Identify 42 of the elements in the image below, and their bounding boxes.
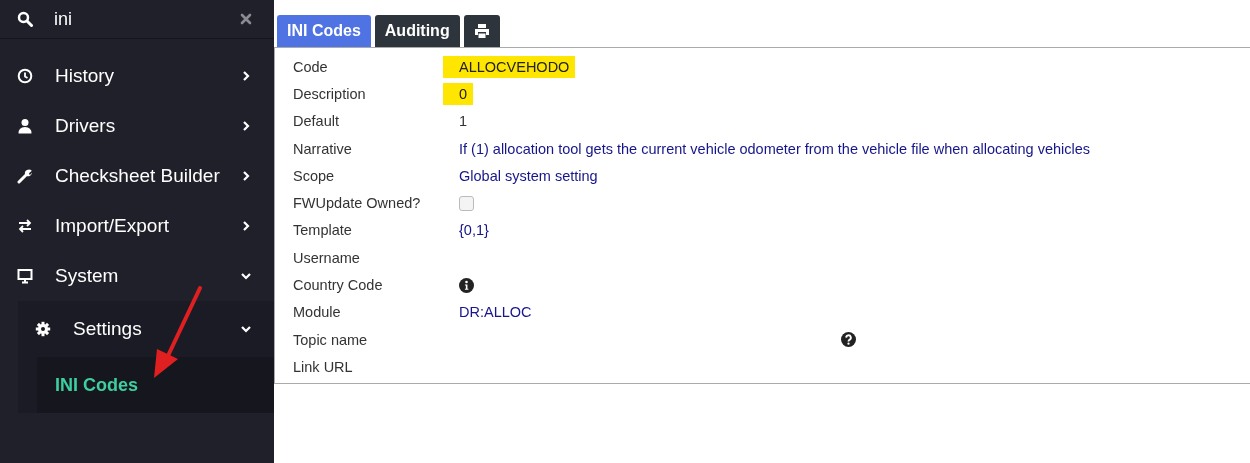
field-label: Template [293,222,353,239]
sidebar-item[interactable]: Checksheet Builder [0,151,274,201]
field-label: FWUpdate Owned? [293,195,422,212]
tab[interactable]: INI Codes [277,15,371,47]
close-icon[interactable] [240,13,252,25]
sidebar-item[interactable]: Settings [18,301,274,357]
info-icon [459,277,474,293]
field-label: Link URL [293,358,354,375]
search-icon [17,11,33,27]
field-value: ALLOCVEHODO [443,55,576,78]
field-value: {0,1} [459,222,489,239]
field-value: If (1) allocation tool gets the current vehicle odometer from the vehicle file when allocating vehicles [459,140,1091,157]
field-label: Default [293,113,340,130]
field-label: Username [293,249,361,266]
exchange-icon [17,218,33,234]
wrench-icon [17,168,33,184]
sidebar-item[interactable]: System [0,251,274,301]
monitor-icon [17,268,33,284]
checkbox[interactable] [459,195,474,211]
clock-icon [17,68,33,84]
print-tab[interactable] [463,15,500,47]
field-label: Scope [293,167,336,184]
field-label: Narrative [293,140,353,157]
field-label: Module [293,304,342,321]
gear-icon [35,321,51,337]
tab[interactable]: Auditing [374,15,460,47]
field-label: Country Code [293,277,384,293]
sidebar-item[interactable]: INI Codes [37,357,274,413]
field-value: DR:ALLOC [459,304,532,321]
field-label: Description [293,85,367,102]
print-icon [473,23,490,39]
field-value: 1 [459,113,468,130]
field-value: 0 [443,82,474,105]
help-icon [841,332,856,348]
user-icon [17,118,33,134]
search-field[interactable]: ini [54,8,240,30]
sidebar-item[interactable]: History [0,51,274,101]
sidebar-item[interactable]: Import/Export [0,201,274,251]
field-label: Topic name [293,331,369,348]
field-label: Code [293,58,329,75]
field-value: Global system setting [459,167,598,184]
sidebar-item[interactable]: Drivers [0,101,274,151]
